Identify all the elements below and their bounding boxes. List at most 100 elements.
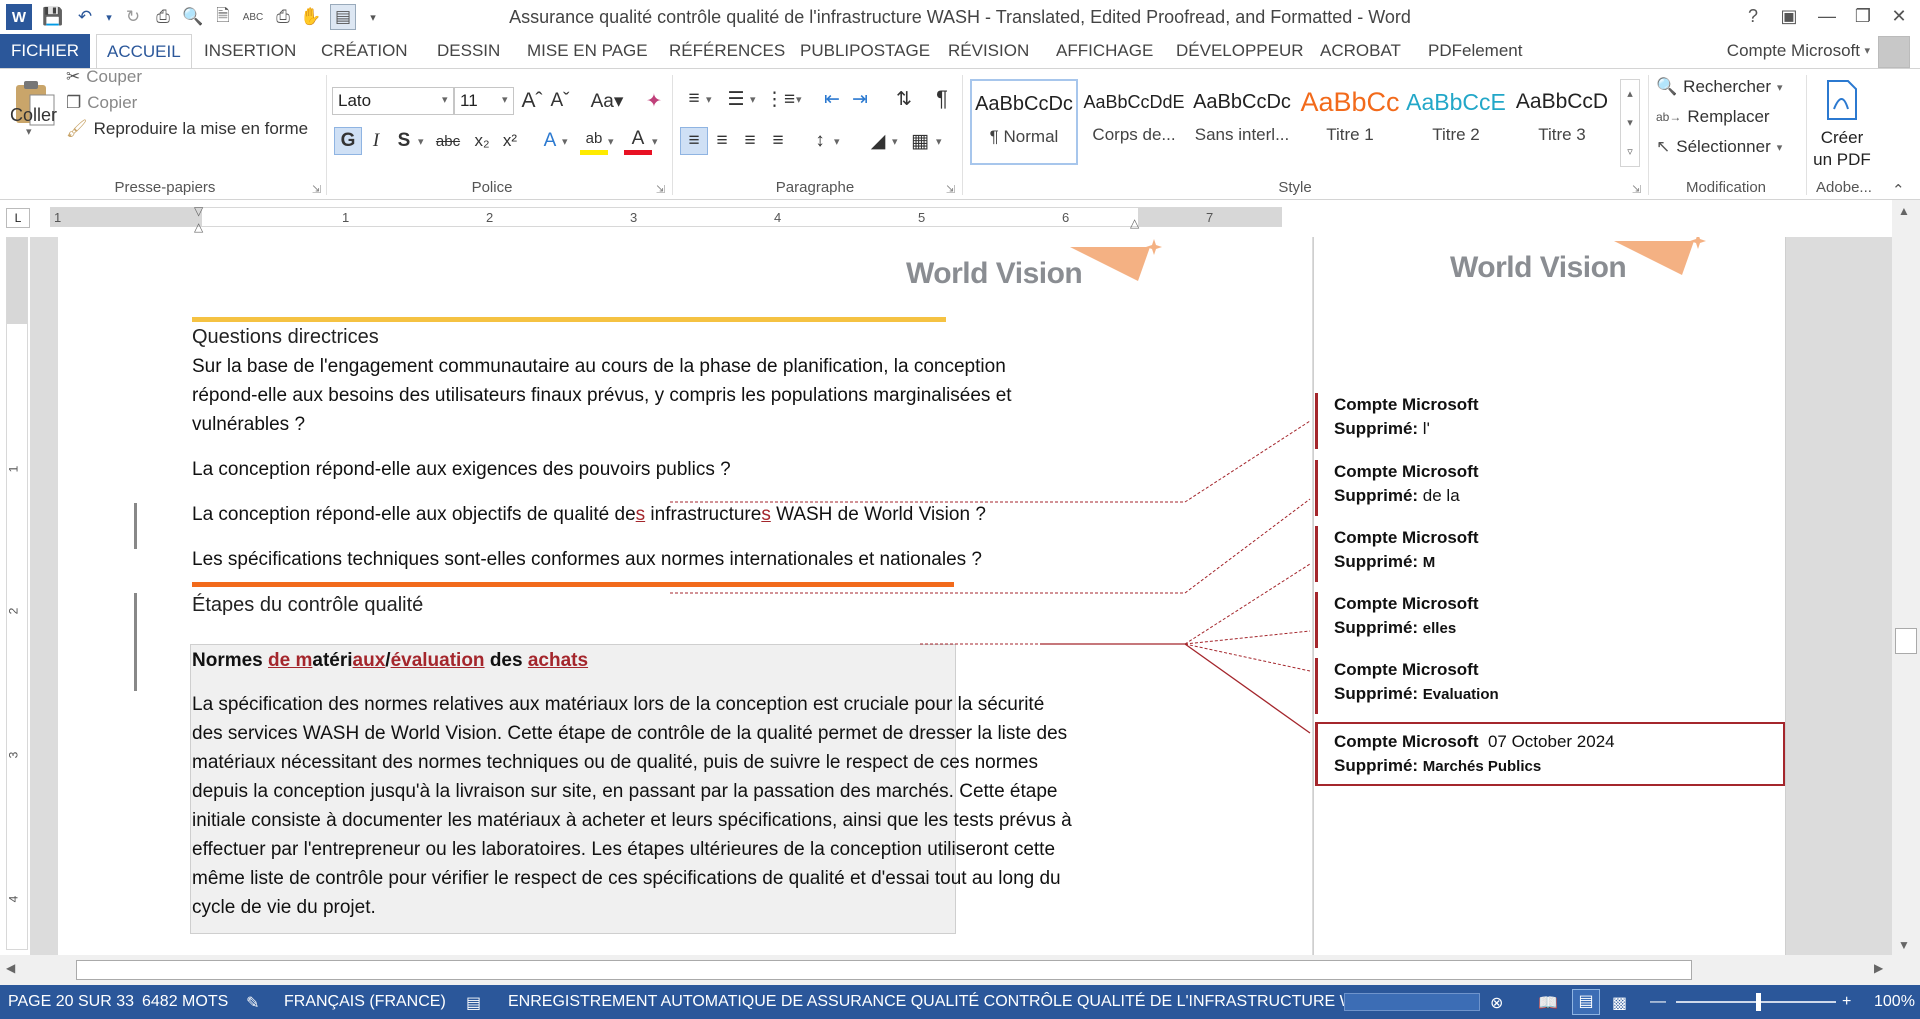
- paste-label[interactable]: Coller: [10, 105, 57, 126]
- copy-button[interactable]: ❐ Copier: [66, 93, 137, 113]
- highlight-icon[interactable]: ab: [580, 127, 608, 155]
- bullets-dropdown-icon[interactable]: ▾: [706, 93, 712, 106]
- account-name[interactable]: Compte Microsoft: [1727, 34, 1860, 68]
- revision-balloon[interactable]: Compte Microsoft Supprimé: M: [1315, 526, 1785, 582]
- tab-accueil[interactable]: ACCUEIL: [96, 34, 192, 69]
- revision-balloon[interactable]: Compte Microsoft Supprimé: Evaluation: [1315, 658, 1785, 714]
- align-left-button[interactable]: ≡: [680, 127, 708, 155]
- line-spacing-dropdown-icon[interactable]: ▾: [834, 135, 840, 148]
- print-layout-icon[interactable]: ▤: [1572, 989, 1600, 1015]
- italic-button[interactable]: I: [362, 127, 390, 155]
- indent-marker[interactable]: △: [194, 220, 203, 234]
- scroll-down-icon[interactable]: ▼: [1898, 938, 1910, 952]
- minimize-icon[interactable]: —: [1810, 2, 1844, 30]
- clear-formatting-icon[interactable]: ✦: [640, 87, 668, 115]
- bullets-icon[interactable]: ≡: [680, 85, 708, 113]
- grow-font-icon[interactable]: Aˆ: [518, 87, 546, 115]
- revision-insert[interactable]: de m: [268, 650, 312, 671]
- tab-selector[interactable]: L: [6, 208, 30, 228]
- styles-launcher-icon[interactable]: ⇲: [1632, 183, 1641, 196]
- tab-references[interactable]: RÉFÉRENCES: [659, 34, 795, 68]
- zoom-level[interactable]: 100%: [1874, 993, 1915, 1011]
- web-layout-icon[interactable]: ▩: [1612, 993, 1627, 1013]
- scroll-thumb[interactable]: [1895, 628, 1917, 654]
- strikethrough-button[interactable]: abc: [434, 127, 462, 155]
- tab-developpeur[interactable]: DÉVELOPPEUR: [1166, 34, 1314, 68]
- tab-creation[interactable]: CRÉATION: [311, 34, 418, 68]
- bold-button[interactable]: G: [334, 127, 362, 155]
- shading-dropdown-icon[interactable]: ▾: [892, 135, 898, 148]
- create-pdf-button[interactable]: Créer un PDF: [1810, 127, 1874, 171]
- font-name-input[interactable]: Lato: [332, 87, 454, 115]
- underline-button[interactable]: S: [390, 127, 418, 155]
- styles-scroll[interactable]: ▴ ▾ ▿: [1620, 79, 1640, 167]
- revision-insert[interactable]: aux: [353, 650, 386, 671]
- cancel-autosave-icon[interactable]: ⊗: [1490, 993, 1503, 1013]
- read-mode-icon[interactable]: 📖: [1538, 993, 1558, 1013]
- text-effects-icon[interactable]: A: [536, 127, 564, 155]
- indent-marker[interactable]: ▽: [194, 204, 203, 218]
- numbering-icon[interactable]: ☰: [722, 85, 750, 113]
- borders-icon[interactable]: ▦: [906, 127, 934, 155]
- style-normal[interactable]: AaBbCcDc ¶ Normal: [970, 79, 1078, 165]
- horizontal-scroll-thumb[interactable]: [76, 960, 1692, 980]
- avatar[interactable]: [1878, 36, 1910, 68]
- sort-icon[interactable]: ⇅: [890, 85, 918, 113]
- vertical-scrollbar[interactable]: ▲ ▼: [1892, 200, 1920, 955]
- underline-dropdown-icon[interactable]: ▾: [418, 135, 424, 148]
- page-count[interactable]: PAGE 20 SUR 33: [8, 993, 134, 1011]
- shrink-font-icon[interactable]: Aˇ: [546, 87, 574, 115]
- zoom-out-icon[interactable]: —: [1650, 993, 1666, 1011]
- format-painter-button[interactable]: 🖌 Reproduire la mise en forme: [66, 119, 308, 139]
- font-color-dropdown-icon[interactable]: ▾: [652, 135, 658, 148]
- font-name-dropdown-icon[interactable]: ▾: [442, 93, 448, 106]
- macro-icon[interactable]: ▤: [466, 993, 481, 1013]
- scroll-left-icon[interactable]: ◀: [6, 961, 15, 975]
- scroll-right-icon[interactable]: ▶: [1874, 961, 1883, 975]
- paragraph-launcher-icon[interactable]: ⇲: [946, 183, 955, 196]
- revision-balloon[interactable]: Compte Microsoft Supprimé: l': [1315, 393, 1785, 449]
- create-pdf-icon[interactable]: [1824, 79, 1860, 121]
- horizontal-ruler[interactable]: [50, 207, 1282, 227]
- ribbon-display-icon[interactable]: ▣: [1772, 2, 1806, 30]
- font-color-icon[interactable]: A: [624, 127, 652, 155]
- paste-dropdown-icon[interactable]: ▾: [26, 125, 32, 138]
- language-status[interactable]: FRANÇAIS (FRANCE): [284, 993, 446, 1011]
- close-icon[interactable]: ✕: [1882, 2, 1916, 30]
- tab-dessin[interactable]: DESSIN: [427, 34, 510, 68]
- right-indent-marker[interactable]: △: [1130, 216, 1139, 230]
- proofing-icon[interactable]: ✎: [246, 993, 259, 1013]
- revision-insert[interactable]: achats: [528, 650, 588, 671]
- revision-balloon[interactable]: Compte Microsoft Supprimé: elles: [1315, 592, 1785, 648]
- superscript-button[interactable]: x²: [496, 127, 524, 155]
- tab-revision[interactable]: RÉVISION: [938, 34, 1039, 68]
- scroll-up-icon[interactable]: ▲: [1898, 204, 1910, 218]
- text-effects-dropdown-icon[interactable]: ▾: [562, 135, 568, 148]
- zoom-slider-thumb[interactable]: [1756, 993, 1761, 1011]
- style-heading-3[interactable]: AaBbCcD Titre 3: [1508, 79, 1616, 165]
- style-body[interactable]: AaBbCcDdE Corps de...: [1080, 79, 1188, 165]
- tab-pdfelement[interactable]: PDFelement: [1418, 34, 1532, 68]
- revision-balloon-selected[interactable]: Compte Microsoft 07 October 2024 Supprim…: [1315, 722, 1785, 786]
- multilevel-dropdown-icon[interactable]: ▾: [796, 93, 802, 106]
- increase-indent-icon[interactable]: ⇥: [846, 85, 874, 113]
- word-count[interactable]: 6482 MOTS: [142, 993, 228, 1011]
- align-center-button[interactable]: ≡: [708, 127, 736, 155]
- style-heading-2[interactable]: AaBbCcE Titre 2: [1402, 79, 1510, 165]
- highlight-dropdown-icon[interactable]: ▾: [608, 135, 614, 148]
- revision-insert[interactable]: s: [636, 504, 646, 525]
- font-launcher-icon[interactable]: ⇲: [656, 183, 665, 196]
- decrease-indent-icon[interactable]: ⇤: [818, 85, 846, 113]
- style-heading-1[interactable]: AaBbCc Titre 1: [1296, 79, 1404, 165]
- help-icon[interactable]: ?: [1736, 2, 1770, 30]
- cut-button[interactable]: ✂ Couper: [66, 67, 142, 87]
- shading-icon[interactable]: ◢: [864, 127, 892, 155]
- zoom-in-icon[interactable]: +: [1842, 993, 1851, 1011]
- align-right-button[interactable]: ≡: [736, 127, 764, 155]
- numbering-dropdown-icon[interactable]: ▾: [750, 93, 756, 106]
- revision-insert[interactable]: évaluation: [391, 650, 485, 671]
- tab-mise-en-page[interactable]: MISE EN PAGE: [517, 34, 658, 68]
- line-spacing-icon[interactable]: ↕: [806, 127, 834, 155]
- find-button[interactable]: 🔍 Rechercher ▾: [1656, 77, 1783, 97]
- font-size-dropdown-icon[interactable]: ▾: [502, 93, 508, 106]
